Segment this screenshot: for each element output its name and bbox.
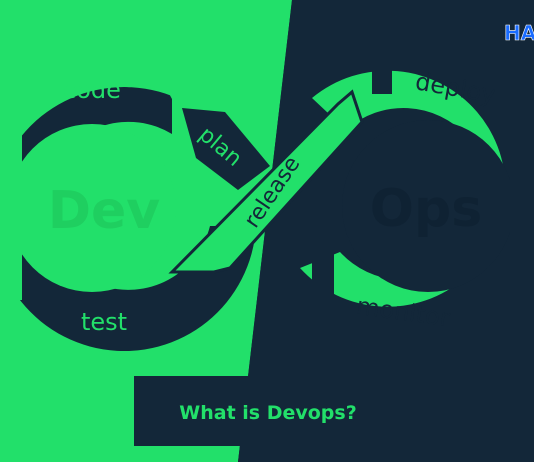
stage-test-label: test (81, 308, 127, 336)
ops-label: Ops (370, 179, 482, 239)
ops-ring-gap-right (510, 124, 534, 320)
stage-code-label: code (63, 76, 121, 104)
devops-diagram: Dev Ops code test plan release deploy mo… (0, 0, 534, 462)
dev-label: Dev (48, 181, 160, 241)
devops-infographic: Dev Ops code test plan release deploy mo… (0, 0, 534, 462)
caption-title: What is Devops? (179, 402, 356, 424)
brand-logo: HA (504, 21, 534, 45)
ops-ring-gap-top (372, 58, 392, 94)
ops-ring-gap-bottom (312, 254, 334, 294)
dev-ring-gap-left (0, 130, 22, 300)
